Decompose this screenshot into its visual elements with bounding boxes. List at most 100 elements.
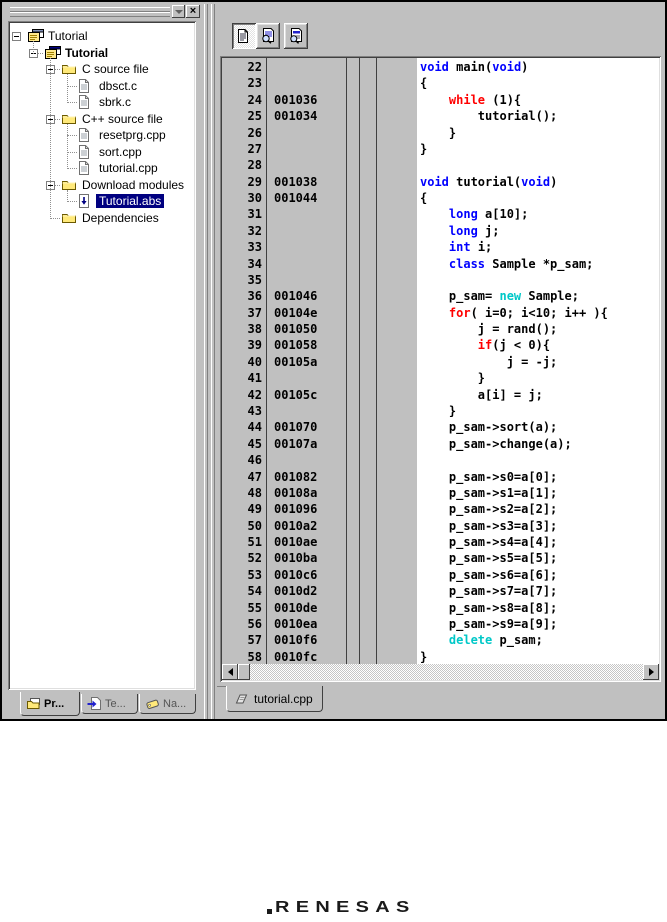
line-number: 52 <box>247 551 262 566</box>
view-mixed-button[interactable] <box>256 23 280 49</box>
line-number: 23 <box>247 76 262 91</box>
line-number: 28 <box>247 158 262 173</box>
scrollbar-thumb[interactable] <box>238 664 250 680</box>
code-text: tutorial(); <box>420 109 558 124</box>
workspace-tab-bar: Pr... Te... Na... <box>4 690 204 722</box>
tree-item-tutorial-cpp[interactable]: tutorial.cpp <box>10 160 194 177</box>
code-text: p_sam->s0=a[0]; <box>420 469 558 484</box>
disassembly-magnifier-icon <box>288 28 304 44</box>
project-tree[interactable]: Tutorial Tutorial C source file dbsct.c sbrk… <box>8 21 196 690</box>
tree-item-label: tutorial.cpp <box>99 161 158 175</box>
view-source-button[interactable] <box>232 23 256 49</box>
tree-item-sort-cpp[interactable]: sort.cpp <box>10 144 194 161</box>
code-text: } <box>420 141 428 156</box>
line-number: 30 <box>247 191 262 206</box>
line-number: 25 <box>247 109 262 124</box>
panel-splitter[interactable] <box>202 4 217 719</box>
workspace-tab-label: Na... <box>163 697 187 710</box>
code-address: 001082 <box>274 469 318 484</box>
arrow-right-icon <box>648 668 654 676</box>
tree-expander-collapse[interactable] <box>12 32 21 41</box>
code-line: 39 001058 if(j < 0){ <box>222 337 659 354</box>
tree-item-download-modules[interactable]: Download modules <box>10 177 194 194</box>
code-line: 35 <box>222 272 659 289</box>
code-line: 55 0010de p_sam->s8=a[8]; <box>222 600 659 617</box>
line-number: 41 <box>247 371 262 386</box>
line-number: 56 <box>247 616 262 631</box>
code-text: p_sam->s2=a[2]; <box>420 502 558 517</box>
code-text: long j; <box>448 223 500 238</box>
code-text: { <box>420 191 428 206</box>
tree-item-c-source-file[interactable]: C source file <box>10 61 194 78</box>
workspace-tab-pr[interactable]: Pr... <box>20 692 80 716</box>
code-text: { <box>420 76 428 91</box>
code-text: } <box>420 371 486 386</box>
code-text: class Sample *p_sam; <box>448 256 594 271</box>
scrollbar-track[interactable] <box>238 664 643 680</box>
line-number: 35 <box>247 272 262 287</box>
code-editor[interactable]: 22 void main(void) 23{24 001036 while (1){2… <box>220 56 661 682</box>
code-line: 23 { <box>222 75 659 92</box>
splitter-ridge <box>204 4 208 719</box>
panel-grip-2[interactable] <box>10 12 170 17</box>
code-text: p_sam->s8=a[8]; <box>420 600 558 615</box>
horizontal-scrollbar[interactable] <box>222 664 659 680</box>
tree-item-sbrk-c[interactable]: sbrk.c <box>10 94 194 111</box>
line-number: 24 <box>247 92 262 107</box>
page: × Tutorial Tutorial C source file dbsct.c sb… <box>0 0 667 922</box>
code-address: 0010ae <box>274 535 318 550</box>
panel-menu-button[interactable] <box>172 5 185 18</box>
tree-connector <box>55 118 60 121</box>
scroll-right-button[interactable] <box>643 664 659 680</box>
project-icon <box>44 45 62 60</box>
code-address: 001070 <box>274 420 318 435</box>
scroll-left-button[interactable] <box>222 664 238 680</box>
tree-trunk-line <box>67 123 69 169</box>
tree-item-label: Tutorial.abs <box>96 194 165 208</box>
editor-tab-label: tutorial.cpp <box>254 691 313 706</box>
tree-item-c-source-file[interactable]: C++ source file <box>10 111 194 128</box>
code-text: j = rand(); <box>420 322 558 337</box>
tree-item-tutorial[interactable]: Tutorial <box>10 45 194 62</box>
code-address: 001036 <box>274 92 318 107</box>
view-disassembly-button[interactable] <box>284 23 308 49</box>
workspace-tab-label: Pr... <box>44 697 65 710</box>
panel-close-button[interactable]: × <box>186 5 200 18</box>
code-line: 38 001050 j = rand(); <box>222 321 659 338</box>
line-number: 31 <box>247 207 262 222</box>
line-number: 27 <box>247 141 262 156</box>
workspace-tab-te[interactable]: Te... <box>81 694 138 714</box>
code-line: 53 0010c6 p_sam->s6=a[6]; <box>222 567 659 584</box>
code-line: 52 0010ba p_sam->s5=a[5]; <box>222 550 659 567</box>
tree-item-label: Download modules <box>82 177 185 192</box>
code-text: void tutorial(void) <box>420 174 558 189</box>
tree-item-label: sbrk.c <box>99 95 132 109</box>
code-text: j = -j; <box>420 354 558 369</box>
code-text: long a[10]; <box>448 207 529 222</box>
workspace-tab-na[interactable]: Na... <box>139 694 196 714</box>
tab-tutorial-cpp[interactable]: tutorial.cpp <box>226 686 323 712</box>
code-address: 001046 <box>274 289 318 304</box>
tree-item-dbsct-c[interactable]: dbsct.c <box>10 78 194 95</box>
tree-item-dependencies[interactable]: Dependencies <box>10 210 194 227</box>
code-line: 24 001036 while (1){ <box>222 92 659 109</box>
tree-item-tutorial-abs[interactable]: Tutorial.abs <box>10 193 194 210</box>
tree-item-tutorial[interactable]: Tutorial <box>10 28 194 45</box>
tree-trunk-line <box>33 41 35 54</box>
code-line: 50 0010a2 p_sam->s3=a[3]; <box>222 518 659 535</box>
code-line: 29 001038 void tutorial(void) <box>222 174 659 191</box>
tree-item-resetprg-cpp[interactable]: resetprg.cpp <box>10 127 194 144</box>
code-line: 47 001082 p_sam->s0=a[0]; <box>222 469 659 486</box>
code-line: 22 void main(void) <box>222 59 659 76</box>
code-text: int i; <box>448 240 493 255</box>
code-line: 27} <box>222 141 659 158</box>
code-text: void main(void) <box>420 60 529 74</box>
code-text: while (1){ <box>448 92 522 107</box>
tree-item-label: resetprg.cpp <box>99 128 166 142</box>
code-text: for( i=0; i<10; i++ ){ <box>448 305 608 320</box>
tree-item-label: Tutorial <box>48 29 88 43</box>
source-document-icon <box>236 28 252 44</box>
code-address: 001058 <box>274 338 318 353</box>
line-number: 29 <box>247 174 262 189</box>
code-text: p_sam->s6=a[6]; <box>420 567 558 582</box>
